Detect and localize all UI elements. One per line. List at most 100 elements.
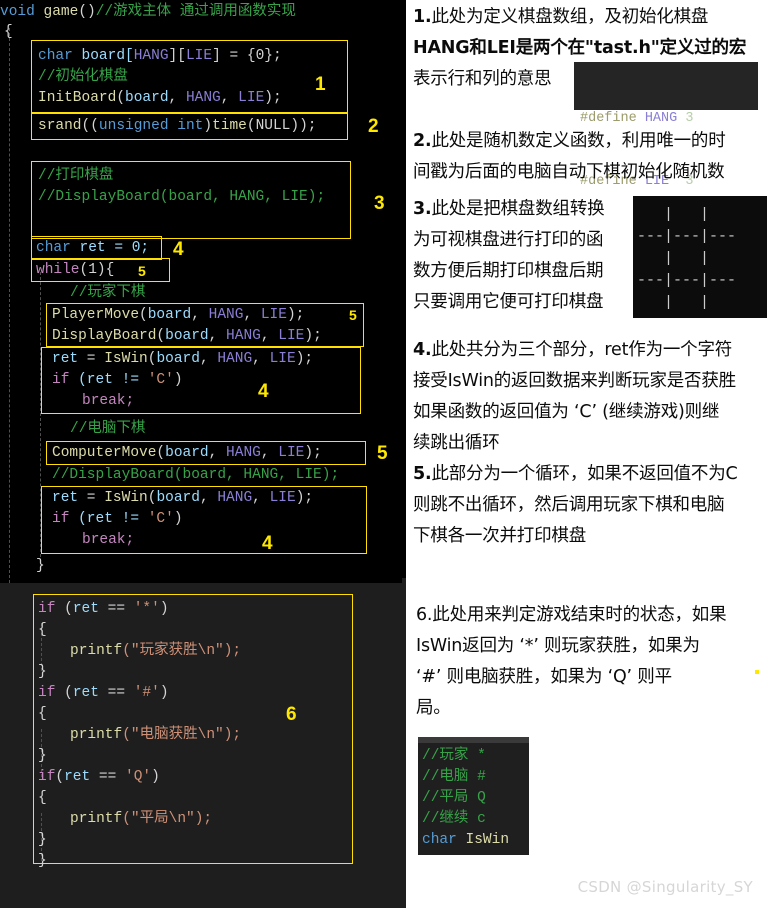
note-1-line-1: 1.此处为定义棋盘数组，及初始化棋盘 [413, 2, 765, 33]
iswin-line-4: //继续 c [422, 809, 523, 830]
token-hang: HANG [133, 48, 169, 64]
token-open-brace: { [38, 622, 47, 638]
token-assign: = [78, 490, 105, 506]
token-if: if [38, 769, 56, 785]
token-paren-close: ) [173, 511, 183, 527]
marker-5c: 5 [377, 443, 388, 464]
token-arg-hang: HANG [208, 307, 244, 323]
token-arg-board: board [156, 351, 200, 367]
note-3-text-1: 此处是把棋盘数组转换 [431, 199, 605, 219]
token-comment-displayboard: //DisplayBoard(board, HANG, LIE); [38, 189, 326, 205]
token-arg-board: board [165, 328, 209, 344]
code-line-ret-decl: char ret = 0; [36, 238, 149, 258]
code-line-printf-player: printf("玩家获胜\n"); [70, 641, 241, 661]
token-paren-close: ); [264, 90, 282, 106]
token-board: board[ [72, 48, 134, 64]
token-if: if [52, 511, 70, 527]
code-line-srand: srand((unsigned int)time(NULL)); [38, 116, 317, 136]
code-editor-top-pane[interactable]: void game()//游戏主体 通过调用函数实现 { char board[… [0, 0, 402, 583]
token-str-computer-win: ("电脑获胜\n"); [122, 727, 242, 743]
token-arg-hang: HANG [226, 328, 261, 344]
code-line-comment-initboard: //初始化棋盘 [38, 67, 128, 87]
token-eq: == [98, 601, 134, 617]
iswin-legend-snippet: //玩家 * //电脑 # //平局 Q //继续 c char IsWin [418, 737, 529, 855]
note-5-line-2: 则跳不出循环，然后调用玩家下棋和电脑 [413, 495, 725, 515]
token-if: if [52, 372, 70, 388]
code-line-open-brace: { [4, 22, 13, 42]
code-line-call-initboard: InitBoard(board, HANG, LIE); [38, 88, 282, 108]
token-char: char [422, 832, 457, 848]
token-iswin: IsWin [456, 832, 510, 848]
token-char-q: 'Q' [125, 769, 152, 785]
note-6-number: 6. [416, 605, 433, 625]
token-comment-draw: //平局 Q [422, 790, 486, 806]
board-row: | | [637, 250, 737, 267]
code-line-brace-open-2: { [38, 704, 47, 724]
stray-yellow-dot [755, 670, 759, 674]
note-6-line-2: IsWin返回为 ‘*’ 则玩家获胜，如果为 [416, 636, 700, 656]
marker-4b: 4 [258, 381, 269, 402]
marker-6: 6 [286, 704, 297, 725]
code-line-brace-open-1: { [38, 620, 47, 640]
token-open-brace: { [38, 706, 47, 722]
code-line-if-q: if(ret == 'Q') [38, 767, 160, 787]
token-eq: == [90, 769, 126, 785]
token-char: char [36, 240, 71, 256]
token-ret: ret [72, 601, 99, 617]
marker-5a: 5 [138, 263, 146, 279]
code-line-brace-open-3: { [38, 788, 47, 808]
note-4-line-1: 4.此处共分为三个部分，ret作为一个字符 [413, 335, 767, 366]
tic-tac-toe-board-terminal: | | ---|---|--- | | ---|---|--- | | [633, 196, 767, 318]
board-row: ---|---|--- [637, 272, 737, 289]
token-lie: LIE [185, 48, 213, 64]
token-arg-lie: LIE [269, 490, 296, 506]
code-column: void game()//游戏主体 通过调用函数实现 { char board[… [0, 0, 402, 908]
token-playermove: PlayerMove [52, 307, 140, 323]
token-arg-lie: LIE [278, 328, 305, 344]
code-line-printf-draw: printf("平局\n"); [70, 809, 212, 829]
define-snippet: #define HANG 3 #define LIE 3 [574, 62, 758, 189]
board-row: ---|---|--- [637, 228, 737, 245]
token-arg-lie: LIE [238, 90, 265, 106]
code-line-while: while(1){ [36, 260, 114, 280]
token-computermove: ComputerMove [52, 445, 157, 461]
token-printf: printf [70, 727, 123, 743]
token-if: if [38, 685, 56, 701]
token-char-star: '*' [133, 601, 160, 617]
code-editor-bottom-pane[interactable]: if (ret == '*') { printf("玩家获胜\n"); } if… [0, 583, 402, 908]
note-5-text-1: 此部分为一个循环，如果不返回值不为C [431, 464, 738, 484]
code-line-break-2: break; [82, 530, 134, 550]
token-time: time [212, 118, 247, 134]
token-str-draw: ("平局\n"); [122, 811, 213, 827]
code-line-if-notc-2: if (ret != 'C') [52, 509, 183, 529]
watermark: CSDN @Singularity_SY [577, 878, 753, 896]
token-eq: == [98, 685, 134, 701]
token-arg-board: board [165, 445, 209, 461]
token-assign: = [78, 351, 105, 367]
token-comment-computer: //电脑 # [422, 769, 486, 785]
note-1-line-2: HANG和LEI是两个在"tast.h"定义过的宏 [413, 38, 747, 58]
token-break: break; [82, 393, 135, 409]
token-hang-name: HANG [636, 111, 678, 126]
token-cond: (ret != [69, 372, 148, 388]
code-line-board-decl: char board[HANG][LIE] = {0}; [38, 46, 282, 66]
token-char: char [38, 48, 73, 64]
code-line-comment-printboard: //打印棋盘 [38, 166, 113, 186]
code-line-printf-computer: printf("电脑获胜\n"); [70, 725, 241, 745]
token-arg-hang: HANG [217, 351, 253, 367]
token-break: break; [82, 532, 135, 548]
marker-5b: 5 [349, 307, 357, 323]
token-game: game [43, 4, 79, 20]
token-iswin: IsWin [104, 351, 148, 367]
token-paren-open: ( [55, 685, 73, 701]
iswin-line-2: //电脑 # [422, 767, 523, 788]
token-arg-board: board [147, 307, 192, 323]
note-4-line-3: 如果函数的返回值为 ‘C’ (继续游戏)则继 [413, 402, 720, 422]
token-arg-lie: LIE [269, 351, 296, 367]
token-open-brace: { [38, 790, 47, 806]
token-hang-value: 3 [677, 111, 694, 126]
token-arg-hang: HANG [185, 90, 221, 106]
code-line-displayboard: DisplayBoard(board, HANG, LIE); [52, 328, 322, 344]
token-comment-game: //游戏主体 通过调用函数实现 [95, 4, 296, 20]
token-str-player-win: ("玩家获胜\n"); [122, 643, 242, 659]
